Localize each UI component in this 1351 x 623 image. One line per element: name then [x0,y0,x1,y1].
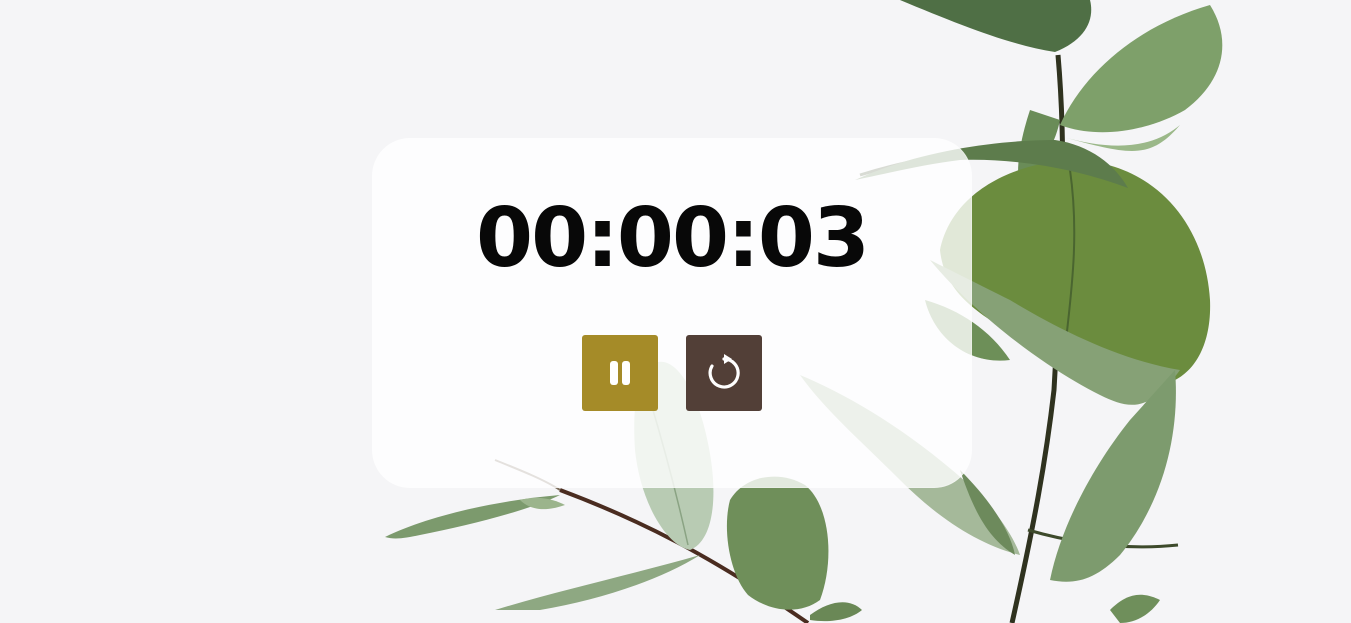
reset-button[interactable] [686,335,762,411]
timer-controls [582,335,762,411]
timer-display: 00:00:03 [476,191,870,286]
timer-page: 00:00:03 [0,0,1351,623]
reset-icon [708,354,740,389]
timer-card: 00:00:03 [372,138,972,488]
pause-button[interactable] [582,335,658,411]
pause-icon [610,361,630,385]
